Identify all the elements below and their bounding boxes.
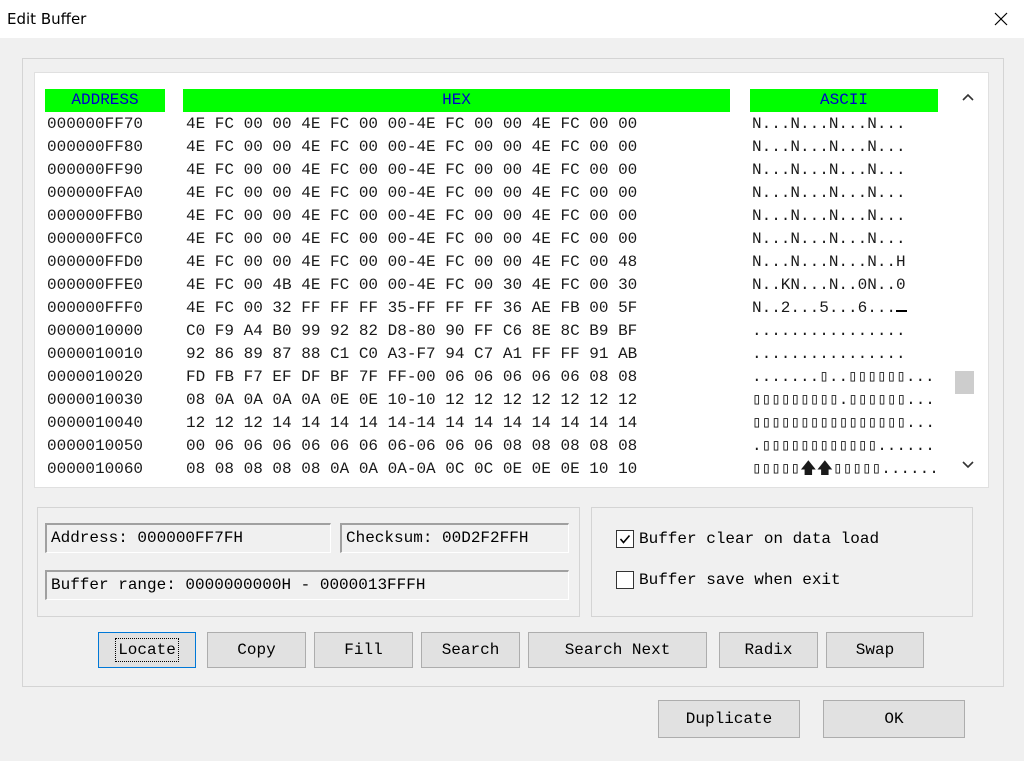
row-address: 000000FFB0 [47,207,144,225]
row-address: 0000010020 [47,368,144,386]
row-hex[interactable]: FD FB F7 EF DF BF 7F FF-00 06 06 06 06 0… [186,366,637,389]
row-hex[interactable]: 4E FC 00 00 4E FC 00 00-4E FC 00 00 4E F… [186,159,637,182]
row-hex[interactable]: 4E FC 00 00 4E FC 00 00-4E FC 00 00 4E F… [186,205,637,228]
duplicate-button[interactable]: Duplicate [658,700,800,738]
title-bar: Edit Buffer [0,0,1024,38]
close-icon [994,12,1008,26]
row-ascii[interactable]: N...N...N...N... [752,113,906,136]
hex-editor[interactable]: ADDRESS HEX ASCII 000000FF70 4E FC 00 00 … [34,72,989,488]
row-hex[interactable]: 4E FC 00 00 4E FC 00 00-4E FC 00 00 4E F… [186,136,637,159]
row-address: 000000FF70 [47,115,144,133]
row-address: 000000FFF0 [47,299,144,317]
locate-button[interactable]: Locate [98,632,196,668]
row-ascii[interactable]: N...N...N...N... [752,136,906,159]
row-hex[interactable]: 12 12 12 14 14 14 14 14-14 14 14 14 14 1… [186,412,637,435]
save-on-exit-checkbox[interactable]: Buffer save when exit [616,571,841,589]
row-ascii[interactable]: N...N...N...N... [752,182,906,205]
close-button[interactable] [978,0,1024,38]
row-ascii[interactable]: N...N...N...N... [752,205,906,228]
row-hex[interactable]: 08 08 08 08 08 0A 0A 0A-0A 0C 0C 0E 0E 0… [186,458,637,481]
clear-on-load-label: Buffer clear on data load [639,530,880,548]
row-address: 0000010030 [47,391,144,409]
row-address: 000000FFD0 [47,253,144,271]
row-ascii[interactable]: N...N...N...N... [752,159,906,182]
window-title: Edit Buffer [7,10,87,28]
row-ascii[interactable]: ................ [752,320,906,343]
row-hex[interactable]: 4E FC 00 00 4E FC 00 00-4E FC 00 00 4E F… [186,182,637,205]
row-address: 0000010000 [47,322,144,340]
row-address: 0000010050 [47,437,144,455]
row-hex[interactable]: 4E FC 00 00 4E FC 00 00-4E FC 00 00 4E F… [186,251,637,274]
row-address: 000000FF80 [47,138,144,156]
chevron-up-icon [962,93,974,101]
search-button[interactable]: Search [421,632,520,668]
address-field: Address: 000000FF7FH [45,523,331,553]
row-address: 000000FFA0 [47,184,144,202]
row-address: 0000010040 [47,414,144,432]
checkbox-box [616,571,634,589]
row-ascii[interactable]: ▯▯▯▯▯▯▯▯▯.▯▯▯▯▯▯... [752,389,935,412]
header-address: ADDRESS [45,89,165,112]
header-hex: HEX [183,89,730,112]
row-address: 000000FFC0 [47,230,144,248]
checkmark-icon [619,534,631,544]
row-hex[interactable]: 4E FC 00 00 4E FC 00 00-4E FC 00 00 4E F… [186,228,637,251]
row-address: 0000010060 [47,460,144,478]
text-cursor [896,297,908,312]
row-ascii[interactable]: ▯▯▯▯▯▯▯▯▯▯▯▯▯▯▯▯... [752,412,935,435]
row-hex[interactable]: 4E FC 00 32 FF FF FF 35-FF FF FF 36 AE F… [186,297,637,320]
search-next-button[interactable]: Search Next [528,632,707,668]
options-group [591,507,973,617]
row-ascii[interactable]: N..2...5...6... [752,297,908,320]
row-hex[interactable]: 08 0A 0A 0A 0A 0E 0E 10-10 12 12 12 12 1… [186,389,637,412]
radix-button[interactable]: Radix [719,632,818,668]
chevron-down-icon [962,461,974,469]
row-ascii[interactable]: ................ [752,343,906,366]
row-ascii[interactable]: N...N...N...N..H [752,251,906,274]
buffer-range-field: Buffer range: 0000000000H - 0000013FFFH [45,570,569,600]
row-hex[interactable]: C0 F9 A4 B0 99 92 82 D8-80 90 FF C6 8E 8… [186,320,637,343]
scroll-down-button[interactable] [953,455,983,475]
row-address: 000000FFE0 [47,276,144,294]
scroll-thumb[interactable] [955,371,974,394]
row-ascii[interactable]: .▯▯▯▯▯▯▯▯▯▯▯▯...... [752,435,935,458]
fill-button[interactable]: Fill [314,632,413,668]
row-hex[interactable]: 00 06 06 06 06 06 06 06-06 06 06 08 08 0… [186,435,637,458]
row-ascii[interactable]: N...N...N...N... [752,228,906,251]
row-ascii[interactable]: ▯▯▯▯▯🡅🡅▯▯▯▯▯...... [752,458,939,481]
vertical-scrollbar[interactable] [953,81,983,481]
row-address: 0000010010 [47,345,144,363]
row-hex[interactable]: 4E FC 00 4B 4E FC 00 00-4E FC 00 30 4E F… [186,274,637,297]
row-hex[interactable]: 92 86 89 87 88 C1 C0 A3-F7 94 C7 A1 FF F… [186,343,637,366]
row-hex[interactable]: 4E FC 00 00 4E FC 00 00-4E FC 00 00 4E F… [186,113,637,136]
checkbox-box [616,530,634,548]
scroll-up-button[interactable] [953,87,983,107]
row-address: 000000FF90 [47,161,144,179]
row-ascii[interactable]: .......▯..▯▯▯▯▯▯... [752,366,935,389]
save-on-exit-label: Buffer save when exit [639,571,841,589]
row-ascii[interactable]: N..KN...N..0N..0 [752,274,906,297]
checksum-field: Checksum: 00D2F2FFH [340,523,569,553]
copy-button[interactable]: Copy [207,632,306,668]
ok-button[interactable]: OK [823,700,965,738]
swap-button[interactable]: Swap [826,632,924,668]
clear-on-load-checkbox[interactable]: Buffer clear on data load [616,530,879,548]
header-ascii: ASCII [750,89,938,112]
